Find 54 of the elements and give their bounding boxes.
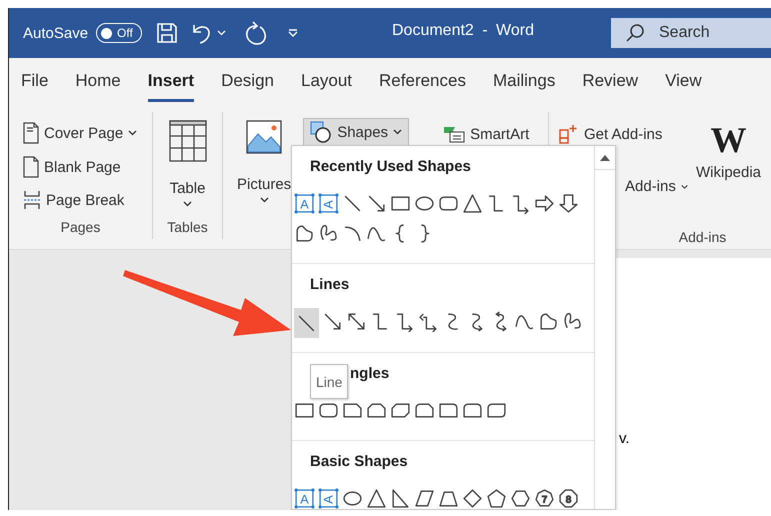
ribbon-tab[interactable]: Mailings — [492, 64, 556, 102]
ribbon-tab[interactable]: Home — [75, 64, 121, 102]
wikipedia-logo: W — [710, 120, 747, 160]
caret-icon — [216, 30, 226, 36]
group-label: Pages — [60, 219, 100, 235]
scroll-up-icon[interactable] — [600, 154, 610, 160]
search-field[interactable]: Search — [611, 18, 771, 48]
page-break-icon — [23, 190, 41, 210]
search-icon — [625, 23, 645, 43]
ribbon-button[interactable]: Page Break — [19, 188, 142, 212]
tooltip: Line — [310, 364, 348, 399]
autosave-toggle[interactable]: Off — [96, 23, 142, 43]
ribbon-tab[interactable]: Design — [221, 64, 274, 102]
get-add-ins-button[interactable]: Get Add-ins — [555, 122, 692, 146]
shapes-icon — [310, 121, 332, 143]
ribbon-tab[interactable]: References — [379, 64, 466, 102]
document-text: v. — [619, 430, 630, 447]
line-shape-icon[interactable] — [294, 308, 319, 338]
dropdown-caret-icon — [128, 130, 138, 136]
blank-page-icon — [23, 156, 39, 178]
caret-icon — [393, 129, 402, 135]
my-add-ins-button[interactable]: Add-ins — [621, 176, 692, 197]
autosave-label: AutoSave — [23, 24, 88, 42]
shapes-button[interactable]: Shapes — [303, 118, 410, 146]
gallery-heading: Basic Shapes — [310, 453, 409, 472]
caret-icon — [183, 201, 192, 207]
smartart-button[interactable]: SmartArt — [439, 123, 534, 145]
gallery-heading: ngles — [350, 365, 390, 384]
wikipedia-button[interactable]: W Wikipedia — [692, 118, 766, 197]
picture-icon — [246, 120, 282, 154]
group-label: Tables — [167, 219, 208, 235]
redo-icon[interactable] — [244, 20, 268, 46]
add-ins-icon — [559, 124, 579, 144]
ribbon-button[interactable]: Blank Page — [19, 154, 142, 180]
scrollbar[interactable] — [594, 146, 615, 509]
caret-icon — [680, 184, 688, 190]
ribbon-tab[interactable]: Insert — [148, 64, 194, 102]
caret-icon — [260, 197, 269, 203]
gallery-heading: Lines — [310, 276, 350, 295]
customize-icon[interactable] — [288, 28, 298, 38]
window-title: Document2 - Word — [392, 22, 534, 40]
ribbon-tab[interactable]: Review — [582, 64, 638, 102]
ribbon-tab[interactable]: File — [21, 64, 48, 102]
cover-page-icon — [23, 122, 39, 144]
search-placeholder: Search — [659, 24, 710, 42]
table-button[interactable]: Table — [164, 118, 210, 209]
table-icon — [168, 120, 206, 162]
group-label: Add-ins — [678, 229, 726, 245]
ribbon-tab[interactable]: View — [665, 64, 702, 102]
ribbon-tab[interactable]: Layout — [300, 64, 352, 102]
gallery-heading: Recently Used Shapes — [310, 158, 472, 177]
save-icon[interactable] — [156, 22, 178, 44]
ribbon-button[interactable]: Cover Page — [19, 120, 142, 146]
smartart-icon — [443, 125, 466, 143]
